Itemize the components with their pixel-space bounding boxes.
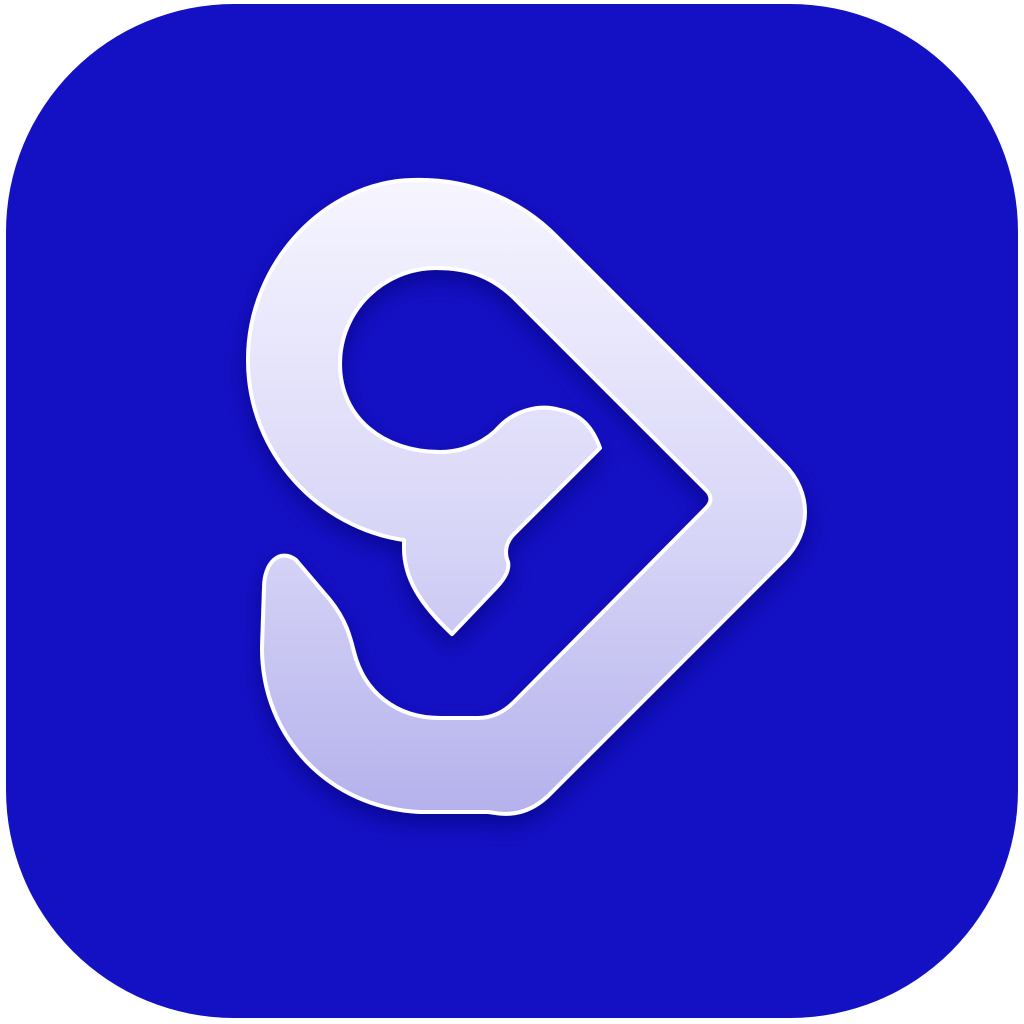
icon-canvas [0,0,1024,1024]
app-icon[interactable] [0,0,1024,1024]
